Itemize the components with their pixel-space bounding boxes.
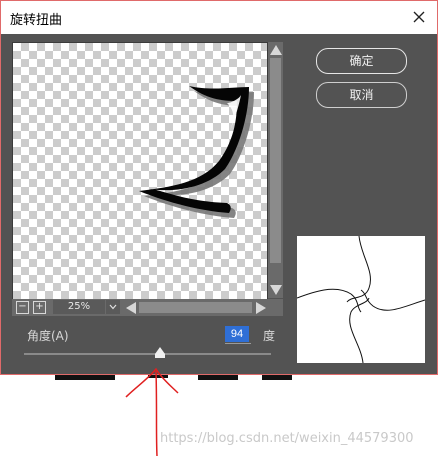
- screen: 旋转扭曲 − + 25% 确定 取消 角度(A) 94 度 https://bl…: [0, 0, 438, 456]
- twirl-dialog: 旋转扭曲 − + 25% 确定 取消 角度(A) 94 度: [0, 0, 438, 375]
- scroll-down-arrow-icon[interactable]: [270, 285, 282, 295]
- ok-button[interactable]: 确定: [316, 48, 407, 74]
- scroll-up-arrow-icon[interactable]: [270, 45, 282, 55]
- angle-input[interactable]: [225, 326, 249, 342]
- scroll-right-arrow-icon[interactable]: [256, 302, 266, 314]
- angle-slider-thumb[interactable]: [154, 347, 165, 354]
- vertical-scroll-thumb[interactable]: [270, 58, 281, 263]
- watermark: https://blog.csdn.net/weixin_44579300: [160, 431, 414, 446]
- preview-toolbar: − + 25%: [12, 299, 283, 316]
- scroll-left-arrow-icon[interactable]: [126, 302, 136, 314]
- dialog-title: 旋转扭曲: [10, 13, 63, 28]
- close-icon: [413, 11, 425, 23]
- twirl-grid-icon: [296, 235, 426, 364]
- angle-slider-thumb-base[interactable]: [154, 354, 165, 358]
- zoom-dropdown-button[interactable]: [106, 300, 120, 314]
- zoom-out-button[interactable]: −: [16, 301, 29, 314]
- cancel-button[interactable]: 取消: [316, 82, 407, 108]
- angle-unit-label: 度: [263, 329, 276, 343]
- preview-canvas[interactable]: [12, 42, 268, 300]
- vertical-scrollbar[interactable]: [268, 42, 283, 298]
- angle-input-underline: [225, 343, 251, 344]
- horizontal-scroll-thumb[interactable]: [139, 302, 252, 313]
- twirled-shape-preview: [139, 86, 254, 218]
- zoom-level: 25%: [53, 300, 105, 314]
- title-bar: 旋转扭曲: [1, 1, 437, 34]
- angle-label: 角度(A): [27, 329, 69, 343]
- close-button[interactable]: [407, 5, 431, 29]
- angle-slider-track[interactable]: [24, 353, 271, 355]
- chevron-down-icon: [109, 304, 117, 310]
- twirl-thumbnail: [296, 235, 426, 364]
- zoom-in-button[interactable]: +: [33, 301, 46, 314]
